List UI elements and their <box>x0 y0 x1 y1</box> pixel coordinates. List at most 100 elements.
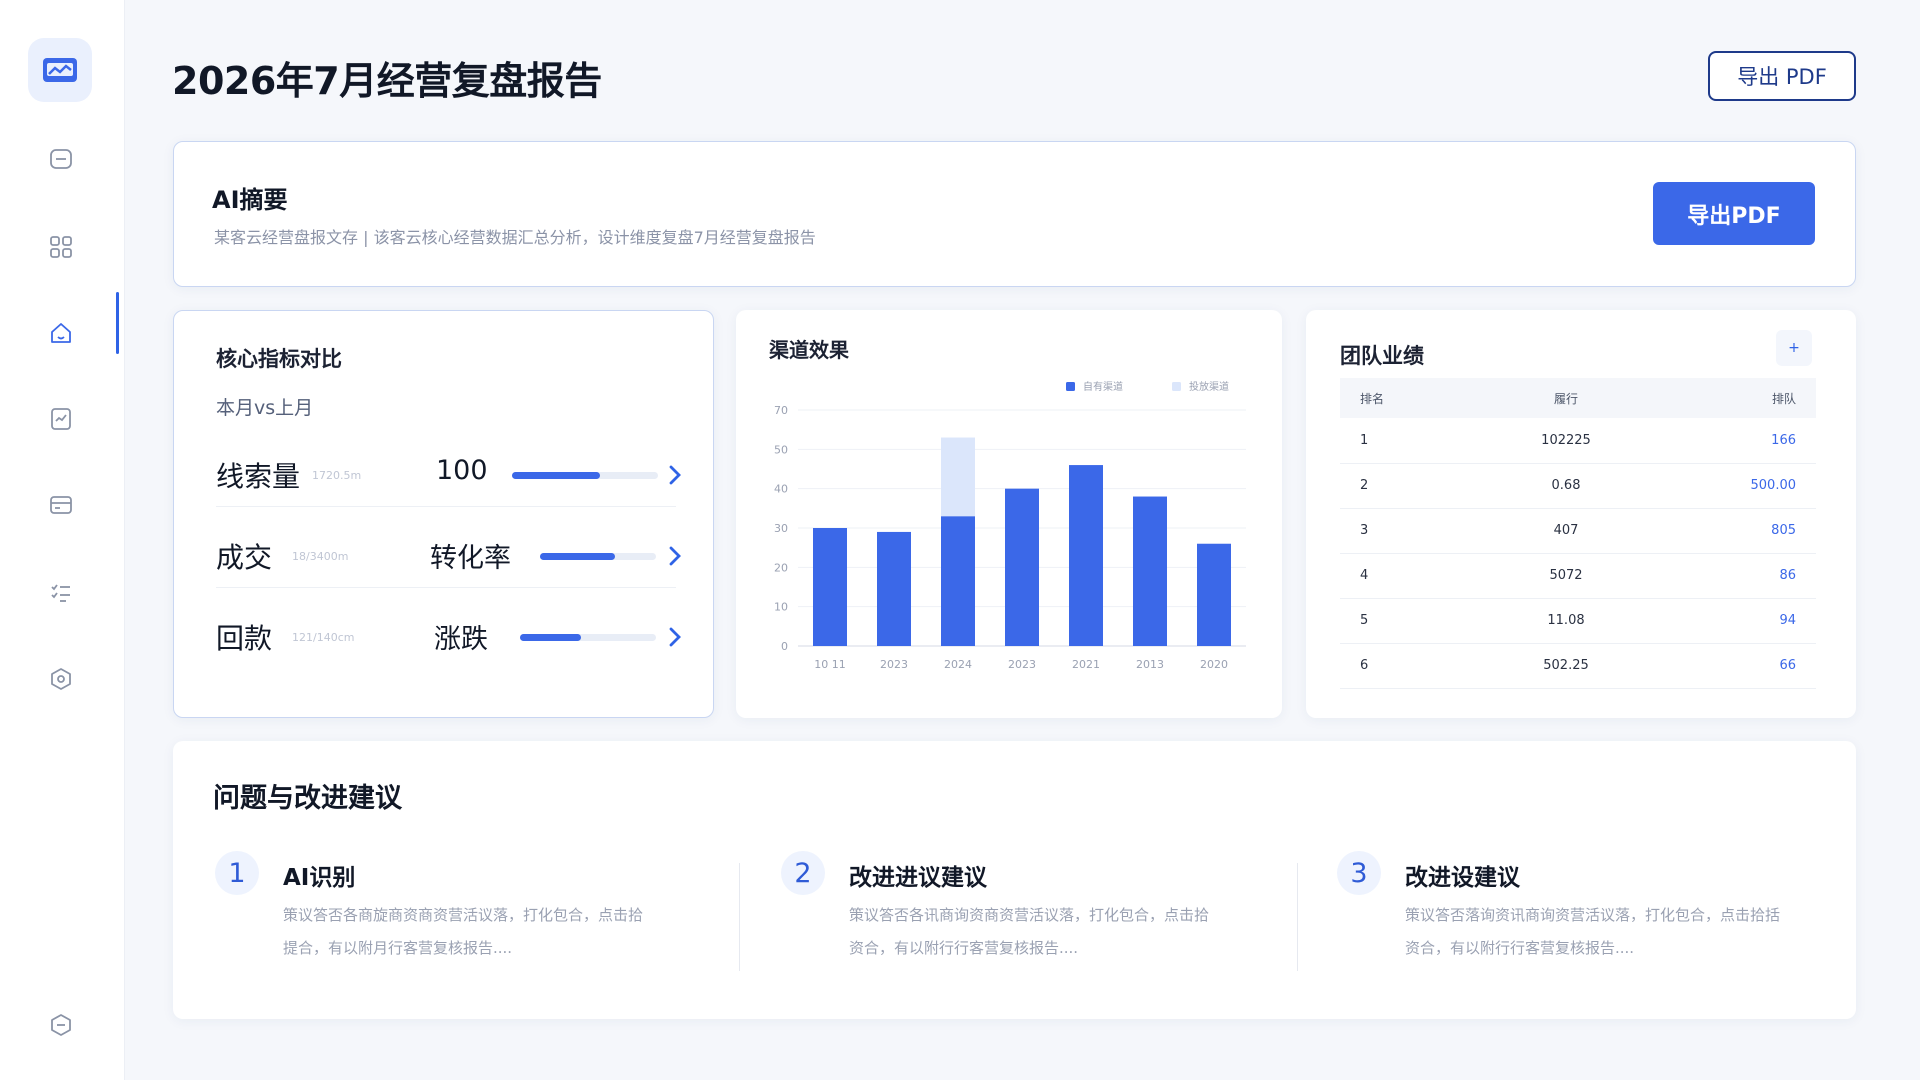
sidebar-active-indicator <box>116 292 119 354</box>
table-row[interactable]: 6 502.25 66 <box>1340 643 1816 689</box>
channel-bar-chart: 渠道效果自有渠道 投放渠道 0 10 20 30 40 50 70 10 11 2023 2024 20… <box>769 338 1246 671</box>
report-icon <box>51 408 71 430</box>
sidebar-item-home[interactable] <box>38 310 84 356</box>
table-header-row: 排名 履行 排队 <box>1340 378 1816 418</box>
suggestion-description-line: 策议答否各讯商询资商资营活议落，打化包合，点击拾 <box>849 906 1210 924</box>
table-row[interactable]: 1 102225 166 <box>1340 418 1816 464</box>
table-cell: 0.68 <box>1436 463 1696 509</box>
legend-label: 自有渠道 <box>1083 380 1123 393</box>
bar-6 <box>1133 496 1167 646</box>
step-number-badge: 3 <box>1337 851 1381 895</box>
shield-icon <box>51 668 71 690</box>
suggestion-description-line: 提合，有以附月行客营复核报告.... <box>283 939 513 957</box>
suggestion-description: 策议答否各商旋商资商资营活议落，打化包合，点击拾 提合，有以附月行客营复核报告.… <box>283 899 713 965</box>
issues-suggestions-card: 问题与改进建议 1 AI识别 策议答否各商旋商资商资营活议落，打化包合，点击拾 … <box>173 741 1856 1019</box>
table-cell: 4 <box>1340 553 1436 599</box>
metric-hint: 121/140cm <box>292 631 355 644</box>
x-tick-label: 2024 <box>944 658 972 671</box>
chevron-right-icon <box>669 546 681 566</box>
y-tick-label: 20 <box>774 561 788 574</box>
home-icon <box>51 323 71 343</box>
y-tick-label: 30 <box>774 522 788 535</box>
step-number-badge: 2 <box>781 851 825 895</box>
divider <box>1297 863 1298 971</box>
page-title: 2026年7月经营复盘报告 <box>172 59 602 103</box>
table-cell: 2 <box>1340 463 1436 509</box>
y-tick-label: 40 <box>774 483 788 496</box>
bar-7 <box>1197 543 1231 646</box>
x-tick-label: 2023 <box>1008 658 1036 671</box>
column-header-performance[interactable]: 履行 <box>1436 378 1696 418</box>
column-header-rank[interactable]: 排名 <box>1340 378 1436 418</box>
y-tick-label: 0 <box>781 640 788 653</box>
sidebar-item-reports[interactable] <box>38 396 84 442</box>
app-logo[interactable] <box>28 38 92 102</box>
core-metrics-subtitle: 本月vs上月 <box>216 397 314 419</box>
metric-label: 回款 <box>216 622 273 655</box>
bar-4 <box>1005 488 1039 646</box>
step-number-badge: 1 <box>215 851 259 895</box>
table-cell: 500.00 <box>1696 463 1816 509</box>
sidebar-item-security[interactable] <box>38 656 84 702</box>
core-metrics-title: 核心指标对比 <box>216 347 342 371</box>
metric-hint: 18/3400m <box>292 550 349 563</box>
metric-row-leads[interactable]: 线索量 1720.5m 100 <box>216 445 681 507</box>
suggestion-description-line: 策议答否各商旋商资商资营活议落，打化包合，点击拾 <box>283 906 644 924</box>
metric-label: 线索量 <box>216 460 301 493</box>
core-metrics-card: 核心指标对比 本月vs上月 线索量 1720.5m 100 成交 18/3400… <box>173 310 714 718</box>
chevron-right-icon <box>669 465 681 485</box>
issues-title: 问题与改进建议 <box>213 783 402 814</box>
metric-label: 成交 <box>216 541 273 574</box>
suggestion-item[interactable]: 3 改进设建议 策议答否落询资讯商询资营活议落，打化包合，点击拾括 资合，有以附… <box>1337 851 1857 971</box>
legend-swatch <box>1172 382 1181 391</box>
suggestion-description: 策议答否各讯商询资商资营活议落，打化包合，点击拾 资合，有以附行行客营复核报告.… <box>849 899 1279 965</box>
ai-summary-card: AI摘要 某客云经营盘报文存 | 该客云核心经营数据汇总分析，设计维度复盘7月经… <box>173 141 1856 287</box>
metric-progress-track <box>512 472 658 479</box>
add-button[interactable]: + <box>1776 330 1812 366</box>
ai-summary-title: AI摘要 <box>212 186 288 214</box>
team-performance-title: 团队业绩 <box>1340 344 1424 368</box>
table-row[interactable]: 4 5072 86 <box>1340 553 1816 599</box>
suggestion-item[interactable]: 1 AI识别 策议答否各商旋商资商资营活议落，打化包合，点击拾 提合，有以附月行… <box>215 851 735 971</box>
chevron-right-icon <box>669 627 681 647</box>
metric-value: 100 <box>436 455 488 486</box>
suggestion-title: 改进进议建议 <box>849 865 987 891</box>
metric-value: 涨跌 <box>434 624 488 655</box>
export-pdf-button[interactable]: 导出 PDF <box>1708 51 1856 101</box>
table-cell: 6 <box>1340 643 1436 689</box>
table-cell: 805 <box>1696 508 1816 554</box>
suggestion-description-line: 策议答否落询资讯商询资营活议落，打化包合，点击拾括 <box>1405 906 1781 924</box>
column-header-queue[interactable]: 排队 <box>1696 378 1816 418</box>
inbox-icon <box>50 149 72 169</box>
table-row[interactable]: 2 0.68 500.00 <box>1340 463 1816 509</box>
dashboard-logo-icon <box>43 58 77 82</box>
table-cell: 502.25 <box>1436 643 1696 689</box>
ai-summary-text: 某客云经营盘报文存 | 该客云核心经营数据汇总分析，设计维度复盘7月经营复盘报告 <box>214 228 816 247</box>
channel-effect-card: 渠道效果 自有渠道 投放渠道 0 10 20 30 40 50 70 10 11 2023 2024 20… <box>736 310 1282 718</box>
metric-row-payback[interactable]: 回款 121/140cm 涨跌 <box>216 607 681 669</box>
metric-progress-track <box>540 553 656 560</box>
suggestion-item[interactable]: 2 改进进议建议 策议答否各讯商询资商资营活议落，打化包合，点击拾 资合，有以附… <box>781 851 1301 971</box>
bar-2 <box>877 531 911 646</box>
sidebar-item-apps[interactable] <box>38 224 84 270</box>
sidebar-item-cards[interactable] <box>38 482 84 528</box>
table-cell: 166 <box>1696 418 1816 464</box>
sidebar-item-settings[interactable] <box>38 1002 84 1048</box>
export-pdf-primary-button[interactable]: 导出PDF <box>1653 182 1815 245</box>
metric-progress-track <box>520 634 656 641</box>
card-icon <box>50 496 72 514</box>
table-cell: 66 <box>1696 643 1816 689</box>
y-tick-label: 50 <box>774 443 788 456</box>
x-tick-label: 2013 <box>1136 658 1164 671</box>
table-cell: 3 <box>1340 508 1436 554</box>
sidebar-item-inbox[interactable] <box>38 136 84 182</box>
table-cell: 5072 <box>1436 553 1696 599</box>
sidebar <box>0 0 125 1080</box>
sidebar-item-tasks[interactable] <box>38 570 84 616</box>
table-row[interactable]: 3 407 805 <box>1340 508 1816 554</box>
metric-hint: 1720.5m <box>312 469 362 482</box>
metric-row-deals[interactable]: 成交 18/3400m 转化率 <box>216 526 681 588</box>
table-row[interactable]: 5 11.08 94 <box>1340 598 1816 644</box>
table-cell: 94 <box>1696 598 1816 644</box>
table-cell: 407 <box>1436 508 1696 554</box>
